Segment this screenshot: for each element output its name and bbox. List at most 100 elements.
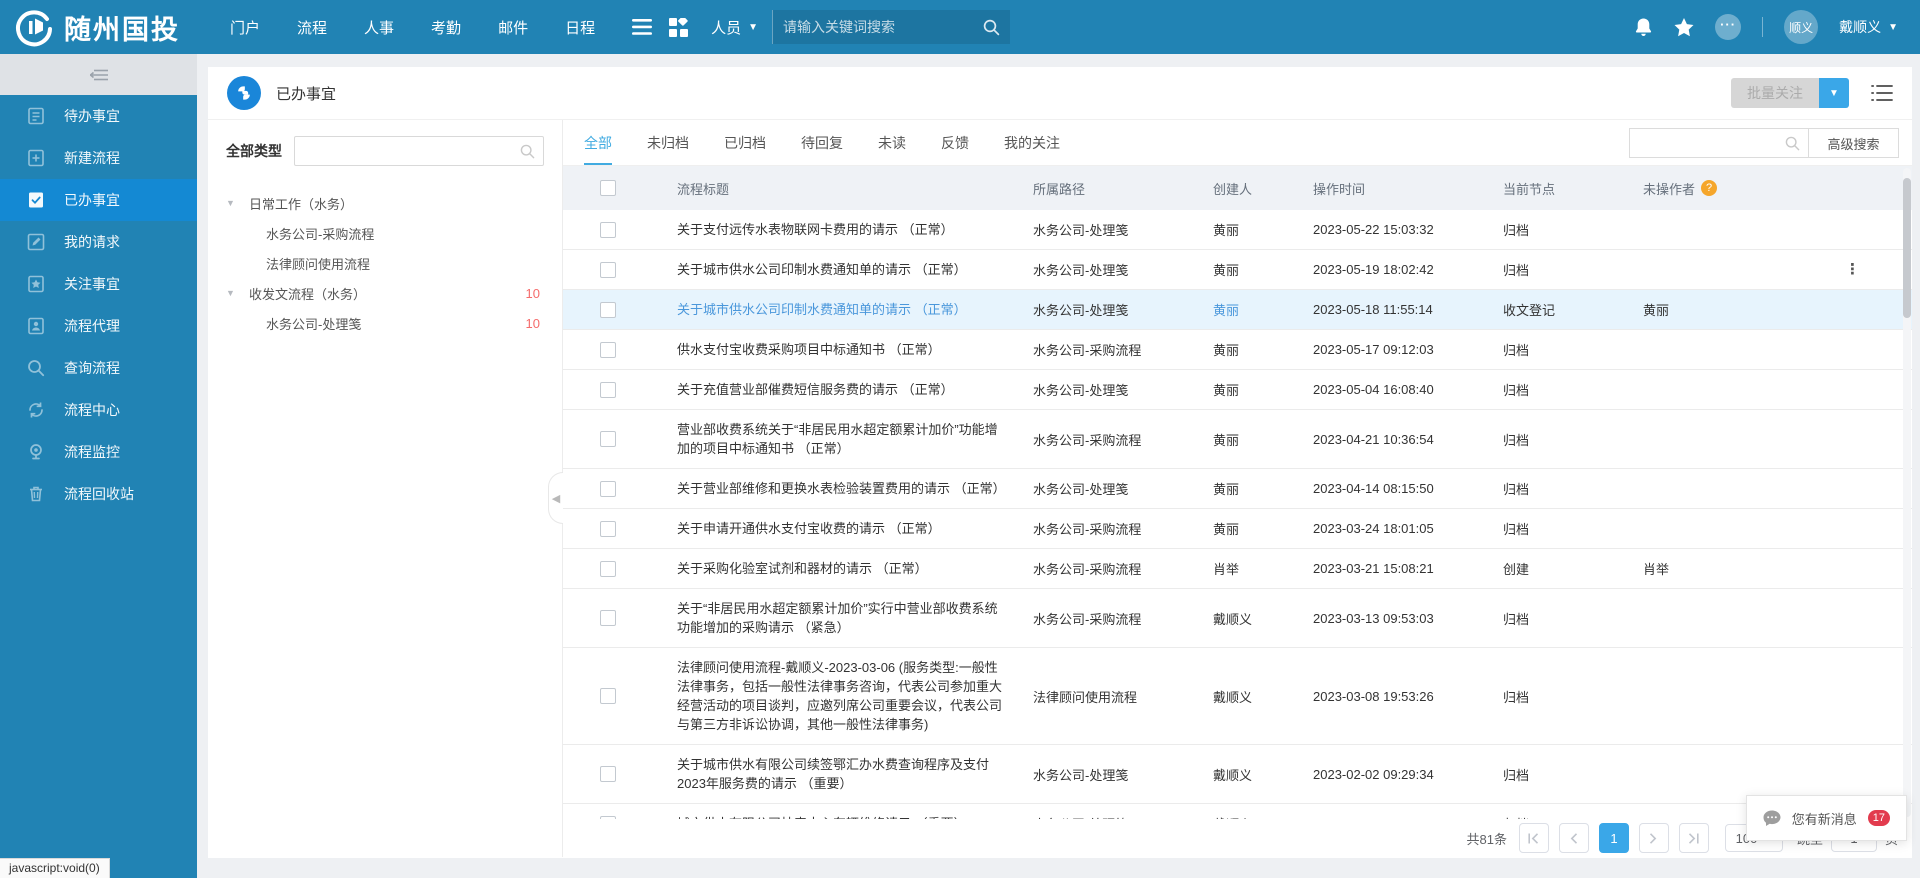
- row-checkbox[interactable]: [600, 342, 616, 358]
- row-checkbox[interactable]: [600, 766, 616, 782]
- table-row[interactable]: 供水支付宝收费采购项目中标通知书 （正常） 水务公司-采购流程 黄丽 2023-…: [563, 330, 1912, 370]
- row-checkbox[interactable]: [600, 816, 616, 820]
- table-row[interactable]: 营业部收费系统关于“非居民用水超定额累计加价”功能增加的项目中标通知书 （正常）…: [563, 410, 1912, 469]
- row-checkbox[interactable]: [600, 521, 616, 537]
- filter-tab-0[interactable]: 全部: [584, 120, 612, 165]
- row-more-menu-icon[interactable]: ⋮: [1845, 263, 1860, 277]
- hamburger-icon[interactable]: [625, 10, 659, 44]
- top-menu-item-2[interactable]: 人事: [364, 17, 394, 38]
- row-creator[interactable]: 黄丽: [1213, 300, 1313, 319]
- table-row[interactable]: 关于充值营业部催费短信服务费的请示 （正常） 水务公司-处理笺 黄丽 2023-…: [563, 370, 1912, 410]
- tree-node[interactable]: 水务公司-采购流程: [226, 218, 544, 248]
- scrollbar-thumb[interactable]: [1903, 178, 1911, 318]
- batch-follow-button[interactable]: 批量关注: [1731, 78, 1819, 108]
- filter-tab-3[interactable]: 待回复: [801, 120, 843, 165]
- sidebar-item-1[interactable]: 新建流程: [0, 137, 197, 179]
- top-menu-item-3[interactable]: 考勤: [431, 17, 461, 38]
- row-checkbox[interactable]: [600, 610, 616, 626]
- search-icon[interactable]: [983, 19, 1000, 36]
- sidebar-item-2[interactable]: 已办事宜: [0, 179, 197, 221]
- filter-tab-2[interactable]: 已归档: [724, 120, 766, 165]
- row-creator[interactable]: 黄丽: [1213, 519, 1313, 538]
- row-title[interactable]: 城市供水有限公司抄表中心车辆维修请示 （重要）: [653, 814, 1033, 819]
- sidebar-item-7[interactable]: 流程中心: [0, 389, 197, 431]
- row-creator[interactable]: 黄丽: [1213, 430, 1313, 449]
- row-title[interactable]: 关于城市供水有限公司续签鄂汇办水费查询程序及支付2023年服务费的请示 （重要）: [653, 755, 1033, 793]
- table-row[interactable]: 法律顾问使用流程-戴顺义-2023-03-06 (服务类型:一般性法律事务，包括…: [563, 648, 1912, 745]
- row-creator[interactable]: 戴顺义: [1213, 765, 1313, 784]
- filter-tab-4[interactable]: 未读: [878, 120, 906, 165]
- table-row[interactable]: 关于城市供水公司印制水费通知单的请示 （正常） 水务公司-处理笺 黄丽 2023…: [563, 290, 1912, 330]
- sidebar-item-9[interactable]: 流程回收站: [0, 473, 197, 515]
- row-creator[interactable]: 黄丽: [1213, 260, 1313, 279]
- tree-node[interactable]: ▼ 收发文流程（水务） 10: [226, 278, 544, 308]
- advanced-search-button[interactable]: 高级搜索: [1809, 128, 1899, 158]
- table-row[interactable]: 城市供水有限公司抄表中心车辆维修请示 （重要） 水务公司-处理笺 戴顺义 202…: [563, 804, 1912, 819]
- tree-node[interactable]: 法律顾问使用流程: [226, 248, 544, 278]
- tree-caret-icon[interactable]: ▼: [226, 288, 240, 298]
- tree-collapse-handle[interactable]: ◀: [548, 472, 563, 524]
- more-icon[interactable]: ···: [1715, 14, 1741, 40]
- row-title[interactable]: 供水支付宝收费采购项目中标通知书 （正常）: [653, 340, 1033, 359]
- top-menu-item-4[interactable]: 邮件: [498, 17, 528, 38]
- select-all-checkbox[interactable]: [600, 180, 616, 196]
- row-creator[interactable]: 戴顺义: [1213, 609, 1313, 628]
- top-menu-item-1[interactable]: 流程: [297, 17, 327, 38]
- list-view-icon[interactable]: [1871, 84, 1893, 102]
- row-creator[interactable]: 黄丽: [1213, 380, 1313, 399]
- table-row[interactable]: 关于支付远传水表物联网卡费用的请示 （正常） 水务公司-处理笺 黄丽 2023-…: [563, 210, 1912, 250]
- table-row[interactable]: 关于“非居民用水超定额累计加价”实行中营业部收费系统功能增加的采购请示 （紧急）…: [563, 589, 1912, 648]
- sidebar-item-0[interactable]: 待办事宜: [0, 95, 197, 137]
- app-logo[interactable]: 随州国投: [0, 7, 208, 47]
- sidebar-item-4[interactable]: 关注事宜: [0, 263, 197, 305]
- user-menu[interactable]: 戴顺义 ▼: [1839, 17, 1898, 37]
- filter-tab-5[interactable]: 反馈: [941, 120, 969, 165]
- top-menu-item-0[interactable]: 门户: [230, 17, 260, 38]
- row-checkbox[interactable]: [600, 262, 616, 278]
- filter-tab-6[interactable]: 我的关注: [1004, 120, 1060, 165]
- tree-caret-icon[interactable]: ▼: [226, 198, 240, 208]
- table-row[interactable]: 关于营业部维修和更换水表检验装置费用的请示 （正常） 水务公司-处理笺 黄丽 2…: [563, 469, 1912, 509]
- sidebar-item-3[interactable]: 我的请求: [0, 221, 197, 263]
- top-menu-item-5[interactable]: 日程: [565, 17, 595, 38]
- row-creator[interactable]: 黄丽: [1213, 340, 1313, 359]
- batch-follow-dropdown[interactable]: ▼: [1819, 78, 1849, 108]
- row-checkbox[interactable]: [600, 222, 616, 238]
- user-avatar[interactable]: 顺义: [1784, 10, 1818, 44]
- row-title[interactable]: 关于申请开通供水支付宝收费的请示 （正常）: [653, 519, 1033, 538]
- sidebar-item-8[interactable]: 流程监控: [0, 431, 197, 473]
- tree-node[interactable]: 水务公司-处理笺 10: [226, 308, 544, 338]
- star-icon[interactable]: [1674, 18, 1694, 37]
- row-title[interactable]: 关于采购化验室试剂和器材的请示 （正常）: [653, 559, 1033, 578]
- row-checkbox[interactable]: [600, 431, 616, 447]
- row-creator[interactable]: 黄丽: [1213, 220, 1313, 239]
- row-title[interactable]: 关于城市供水公司印制水费通知单的请示 （正常）: [653, 300, 1033, 319]
- row-creator[interactable]: 肖举: [1213, 559, 1313, 578]
- prev-page-button[interactable]: [1559, 823, 1589, 853]
- row-creator[interactable]: 戴顺义: [1213, 687, 1313, 706]
- tree-search-input[interactable]: [303, 144, 520, 159]
- row-checkbox[interactable]: [600, 302, 616, 318]
- table-row[interactable]: 关于采购化验室试剂和器材的请示 （正常） 水务公司-采购流程 肖举 2023-0…: [563, 549, 1912, 589]
- bell-icon[interactable]: [1634, 17, 1653, 37]
- row-checkbox[interactable]: [600, 688, 616, 704]
- sidebar-collapse-toggle[interactable]: [0, 54, 197, 95]
- app-grid-icon[interactable]: [661, 10, 695, 44]
- next-page-button[interactable]: [1639, 823, 1669, 853]
- row-title[interactable]: 营业部收费系统关于“非居民用水超定额累计加价”功能增加的项目中标通知书 （正常）: [653, 420, 1033, 458]
- page-button-current[interactable]: 1: [1599, 823, 1629, 853]
- first-page-button[interactable]: [1519, 823, 1549, 853]
- table-row[interactable]: 关于城市供水公司印制水费通知单的请示 （正常） 水务公司-处理笺 黄丽 2023…: [563, 250, 1912, 290]
- global-search-input[interactable]: [783, 19, 983, 35]
- row-checkbox[interactable]: [600, 561, 616, 577]
- row-creator[interactable]: 黄丽: [1213, 479, 1313, 498]
- row-title[interactable]: 关于城市供水公司印制水费通知单的请示 （正常）: [653, 260, 1033, 279]
- help-icon[interactable]: ?: [1701, 180, 1717, 196]
- row-title[interactable]: 法律顾问使用流程-戴顺义-2023-03-06 (服务类型:一般性法律事务，包括…: [653, 658, 1033, 734]
- row-title[interactable]: 关于充值营业部催费短信服务费的请示 （正常）: [653, 380, 1033, 399]
- row-checkbox[interactable]: [600, 382, 616, 398]
- row-title[interactable]: 关于“非居民用水超定额累计加价”实行中营业部收费系统功能增加的采购请示 （紧急）: [653, 599, 1033, 637]
- sidebar-item-6[interactable]: 查询流程: [0, 347, 197, 389]
- row-title[interactable]: 关于营业部维修和更换水表检验装置费用的请示 （正常）: [653, 479, 1033, 498]
- row-checkbox[interactable]: [600, 481, 616, 497]
